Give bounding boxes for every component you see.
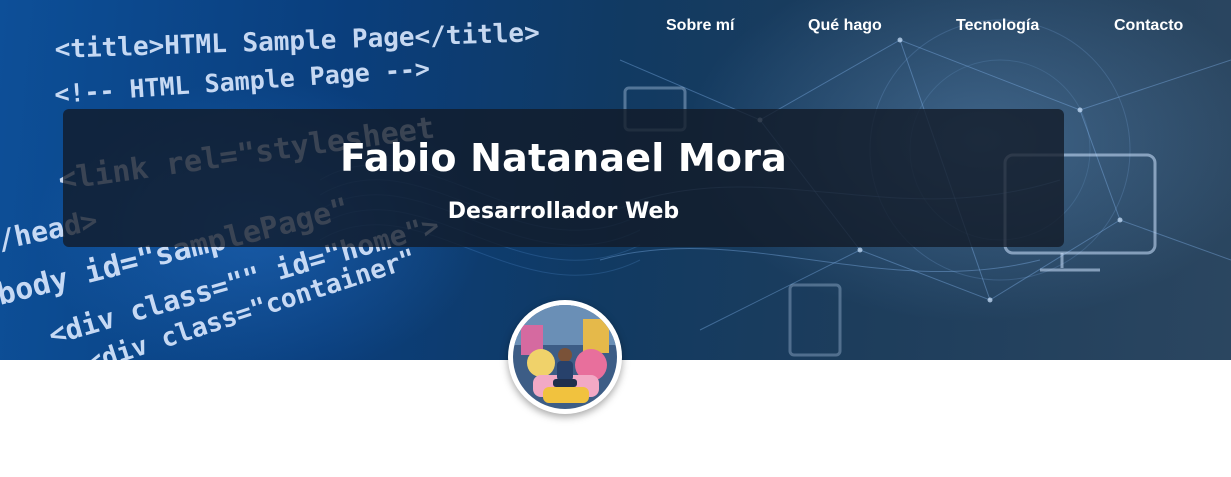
nav-link-tecnologia[interactable]: Tecnología: [956, 17, 1039, 35]
nav-link-contacto[interactable]: Contacto: [1114, 17, 1183, 35]
nav-link-sobre-mi[interactable]: Sobre mí: [666, 17, 734, 35]
nav-link-que-hago[interactable]: Qué hago: [808, 17, 882, 35]
avatar: [508, 300, 622, 414]
main-nav: Sobre mí Qué hago Tecnología Contacto: [0, 17, 1231, 41]
page-subtitle: Desarrollador Web: [447, 199, 680, 224]
profile-photo: [513, 305, 617, 409]
hero-section: <title>HTML Sample Page</title> <!-- HTML…: [0, 0, 1231, 360]
page-title: Fabio Natanael Mora: [339, 136, 788, 180]
